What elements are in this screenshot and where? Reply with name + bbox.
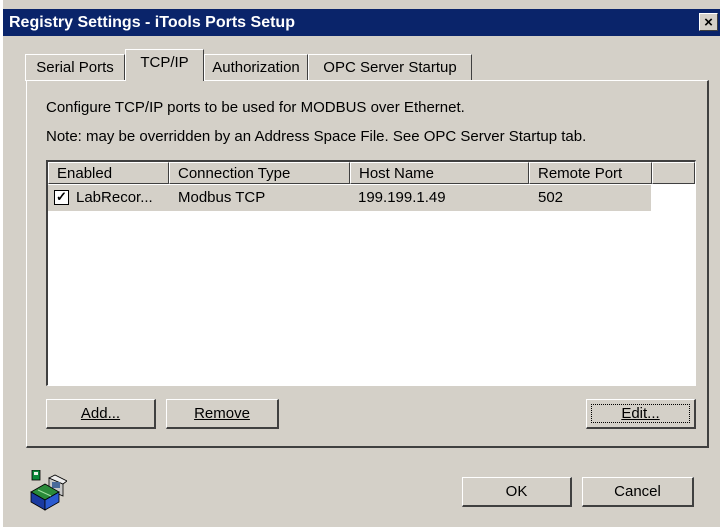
enabled-checkbox[interactable]: ✓ xyxy=(54,190,69,205)
remove-button[interactable]: Remove xyxy=(166,399,279,429)
registry-settings-dialog: Registry Settings - iTools Ports Setup ×… xyxy=(3,0,720,527)
tcp-ip-panel: Configure TCP/IP ports to be used for MO… xyxy=(26,80,709,448)
close-button[interactable]: × xyxy=(699,13,718,31)
tab-serial-ports[interactable]: Serial Ports xyxy=(25,54,125,81)
panel-note: Note: may be overridden by an Address Sp… xyxy=(46,128,587,145)
edit-button[interactable]: Edit... xyxy=(586,399,696,429)
row-name: LabRecor... xyxy=(76,189,153,206)
row-remote-port: 502 xyxy=(538,189,564,206)
panel-description: Configure TCP/IP ports to be used for MO… xyxy=(46,99,465,116)
tab-authorization[interactable]: Authorization xyxy=(204,54,308,81)
tab-tcp-ip[interactable]: TCP/IP xyxy=(125,49,204,81)
ports-list[interactable]: Enabled Connection Type Host Name Remote… xyxy=(46,160,696,386)
column-header-enabled[interactable]: Enabled xyxy=(48,162,169,184)
column-header-connection-type[interactable]: Connection Type xyxy=(169,162,350,184)
add-button-label: Add... xyxy=(80,405,121,422)
column-header-host-name[interactable]: Host Name xyxy=(350,162,529,184)
ok-button[interactable]: OK xyxy=(462,477,572,507)
row-host-name: 199.199.1.49 xyxy=(358,189,446,206)
remove-button-label: Remove xyxy=(194,405,250,422)
tab-opc-server-startup[interactable]: OPC Server Startup xyxy=(308,54,472,81)
row-connection-type: Modbus TCP xyxy=(178,189,266,206)
title-bar: Registry Settings - iTools Ports Setup × xyxy=(3,9,720,36)
focus-rectangle xyxy=(591,404,690,423)
window-title: Registry Settings - iTools Ports Setup xyxy=(9,14,295,31)
network-computer-icon xyxy=(30,470,67,511)
column-header-filler xyxy=(652,162,695,184)
add-button[interactable]: Add... xyxy=(46,399,156,429)
column-header-remote-port[interactable]: Remote Port xyxy=(529,162,652,184)
cancel-button[interactable]: Cancel xyxy=(582,477,694,507)
table-row[interactable]: ✓ LabRecor... Modbus TCP 199.199.1.49 50… xyxy=(48,185,651,211)
